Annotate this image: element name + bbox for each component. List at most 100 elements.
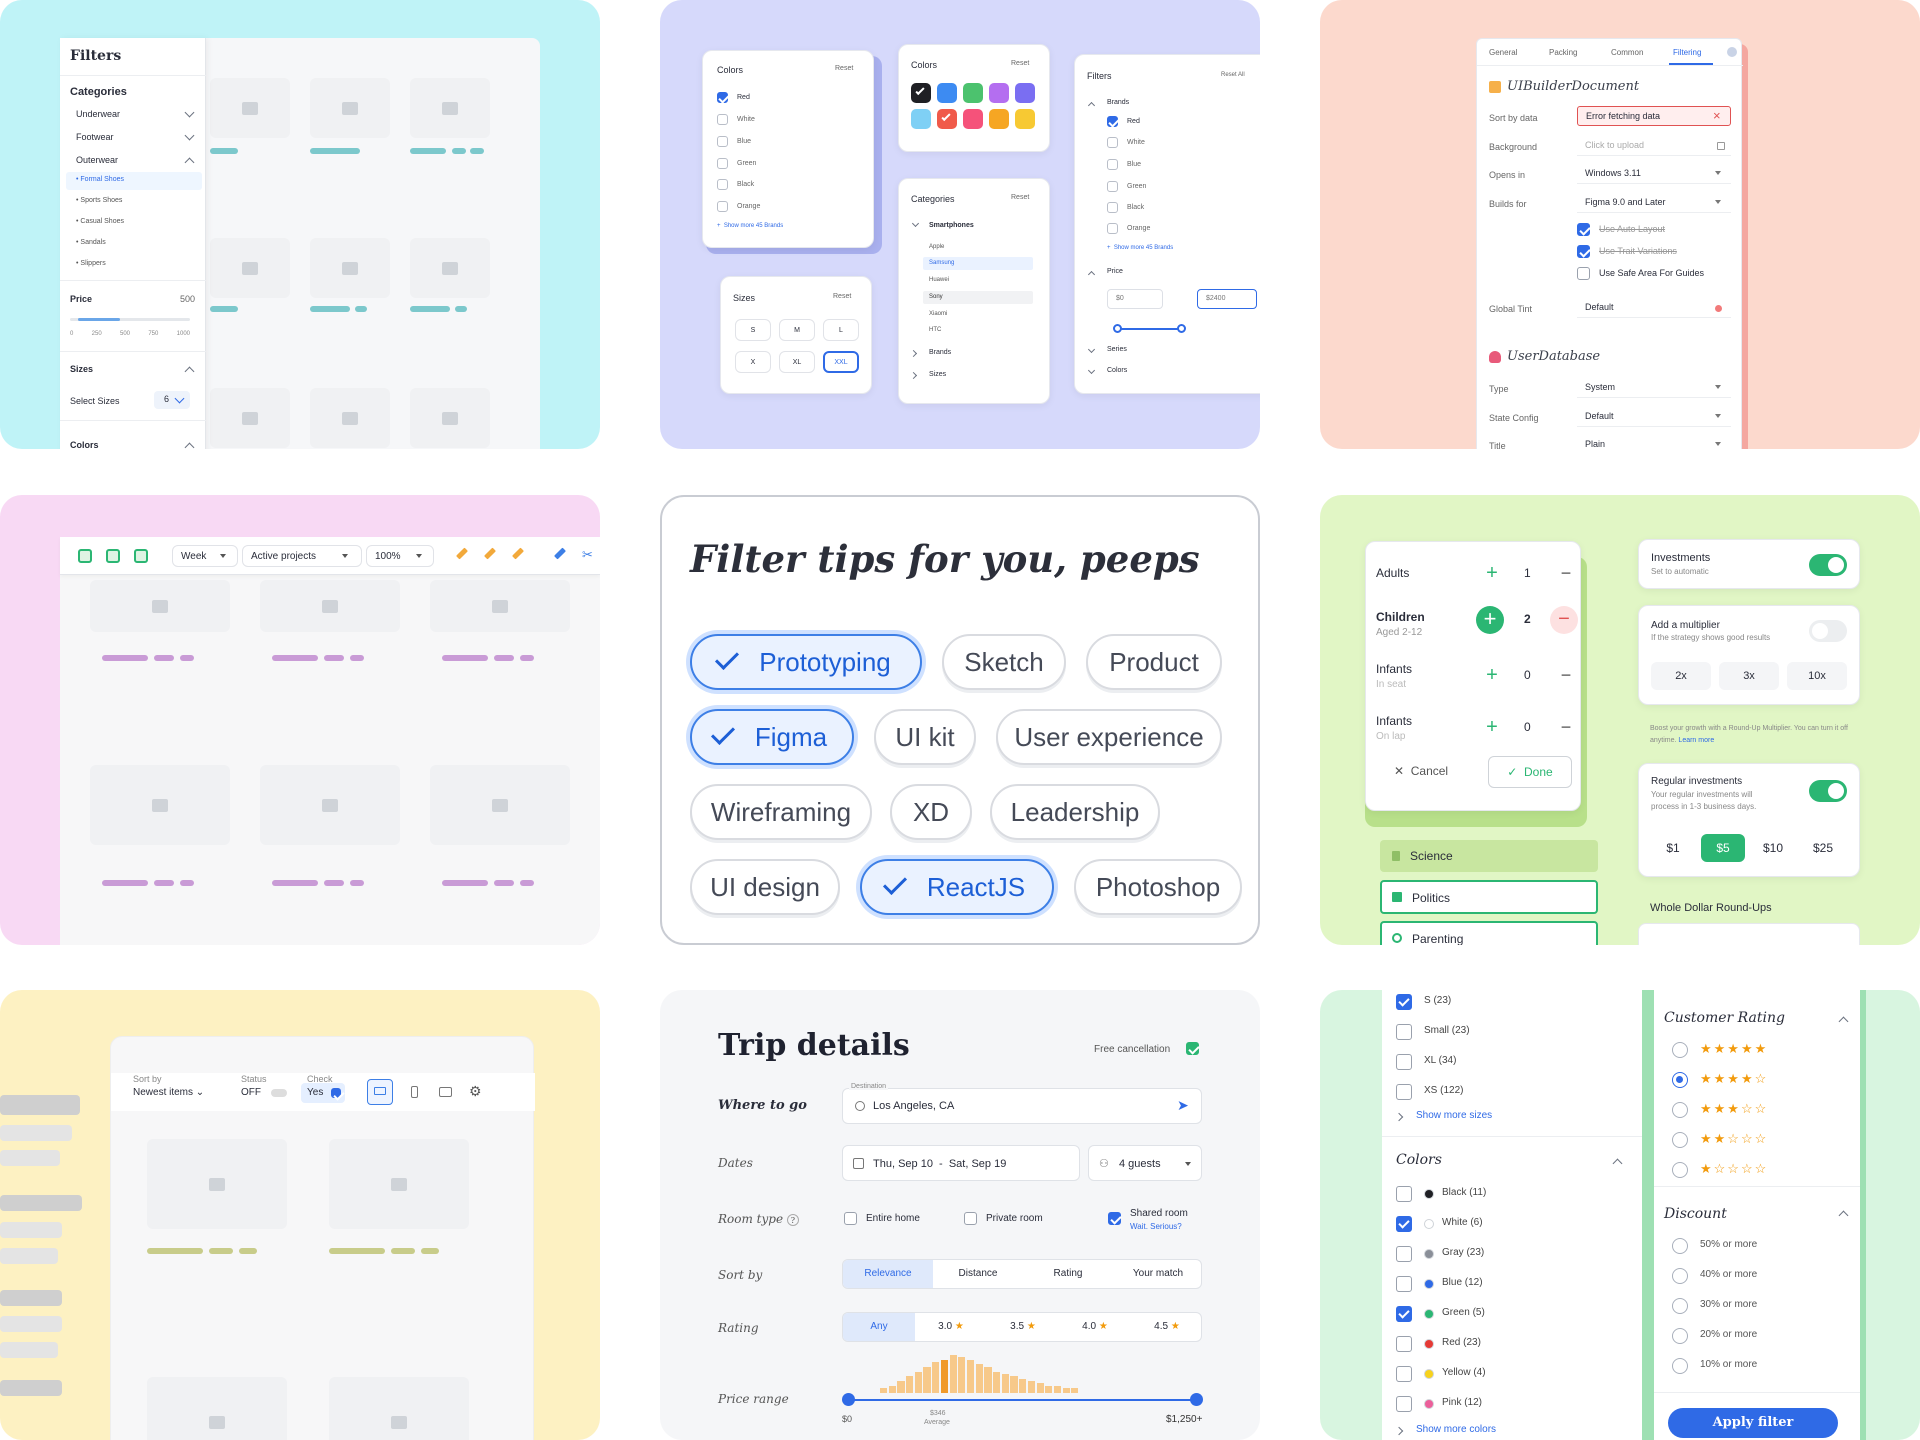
rating-any[interactable]: Any bbox=[843, 1313, 915, 1341]
builds-for-dropdown[interactable]: Figma 9.0 and Later bbox=[1577, 193, 1731, 213]
rating-radio[interactable] bbox=[1672, 1102, 1688, 1118]
chevron-up-icon[interactable] bbox=[184, 366, 195, 377]
size-xl[interactable]: XL bbox=[779, 351, 815, 373]
category-footwear[interactable]: Footwear bbox=[76, 132, 114, 142]
color-swatch[interactable] bbox=[1015, 83, 1035, 103]
sort-dropdown[interactable]: Newest items ⌄ bbox=[133, 1087, 204, 1098]
rating-4-5[interactable]: 4.5 ★ bbox=[1131, 1313, 1203, 1341]
minus-button[interactable]: − bbox=[1554, 716, 1578, 740]
checkbox-color[interactable] bbox=[1396, 1276, 1412, 1292]
checkbox-shared-room[interactable] bbox=[1108, 1212, 1121, 1225]
color-swatch[interactable] bbox=[963, 83, 983, 103]
subcategory-sports[interactable]: • Sports Shoes bbox=[76, 197, 122, 204]
color-swatch[interactable] bbox=[963, 109, 983, 129]
checkbox-color[interactable] bbox=[1396, 1396, 1412, 1412]
smartphones-label[interactable]: Smartphones bbox=[929, 222, 974, 229]
sizes-label[interactable]: Sizes bbox=[929, 371, 946, 378]
excel-icon[interactable] bbox=[78, 549, 92, 563]
pill-product[interactable]: Product bbox=[1086, 634, 1222, 690]
price-min-input[interactable]: $0 bbox=[1107, 289, 1163, 309]
color-swatch[interactable] bbox=[989, 83, 1009, 103]
brand-huawei[interactable]: Huawei bbox=[929, 277, 949, 283]
free-cancellation-checkbox[interactable] bbox=[1186, 1042, 1199, 1055]
format-icon[interactable] bbox=[134, 549, 148, 563]
discount-radio[interactable] bbox=[1672, 1358, 1688, 1374]
checkbox-trait-variations[interactable] bbox=[1577, 245, 1590, 258]
done-button[interactable]: ✓ Done bbox=[1488, 756, 1572, 788]
brand-xiaomi[interactable]: Xiaomi bbox=[929, 311, 947, 317]
pill-photoshop[interactable]: Photoshop bbox=[1074, 859, 1242, 915]
checkbox-orange[interactable] bbox=[1107, 223, 1118, 234]
checkbox-auto-layout[interactable] bbox=[1577, 223, 1590, 236]
brands-label[interactable]: Brands bbox=[929, 349, 951, 356]
tag-parenting[interactable]: Parenting bbox=[1380, 921, 1598, 945]
size-xxl[interactable]: XXL bbox=[823, 351, 859, 373]
guests-dropdown[interactable]: ⚇ 4 guests bbox=[1088, 1145, 1202, 1181]
reset-button[interactable]: Reset bbox=[835, 65, 853, 72]
pill-ui-kit[interactable]: UI kit bbox=[874, 709, 976, 765]
subcategory-casual[interactable]: • Casual Shoes bbox=[76, 218, 124, 225]
chevron-down-icon[interactable] bbox=[184, 107, 195, 118]
rating-3-5[interactable]: 3.5 ★ bbox=[987, 1313, 1059, 1341]
discount-radio[interactable] bbox=[1672, 1268, 1688, 1284]
sort-by-data-field[interactable]: Error fetching data bbox=[1577, 106, 1731, 126]
colors-label[interactable]: Colors bbox=[1107, 367, 1127, 374]
pill-prototyping[interactable]: Prototyping bbox=[690, 634, 922, 690]
amount-25[interactable]: $25 bbox=[1801, 834, 1845, 862]
chevron-up-icon[interactable] bbox=[1087, 101, 1096, 110]
rating-radio[interactable] bbox=[1672, 1042, 1688, 1058]
scissors-icon[interactable]: ✂ bbox=[582, 547, 593, 563]
reset-button[interactable]: Reset bbox=[1011, 60, 1029, 67]
pill-user-experience[interactable]: User experience bbox=[996, 709, 1222, 765]
sort-relevance[interactable]: Relevance bbox=[843, 1260, 933, 1288]
amount-1[interactable]: $1 bbox=[1651, 834, 1695, 862]
apply-filter-button[interactable]: Apply filter bbox=[1668, 1408, 1838, 1438]
info-icon[interactable] bbox=[1727, 47, 1737, 57]
rating-4-0[interactable]: 4.0 ★ bbox=[1059, 1313, 1131, 1341]
brand-apple[interactable]: Apple bbox=[929, 244, 944, 250]
checkbox-blue[interactable] bbox=[717, 136, 728, 147]
chevron-down-icon[interactable] bbox=[1087, 345, 1096, 354]
color-swatch[interactable] bbox=[937, 109, 957, 129]
help-icon[interactable]: ? bbox=[786, 1214, 799, 1226]
price-max-input[interactable]: $2400 bbox=[1197, 289, 1257, 309]
marker-icon[interactable] bbox=[511, 547, 525, 560]
pill-ui-design[interactable]: UI design bbox=[690, 859, 840, 915]
checkbox-orange[interactable] bbox=[717, 201, 728, 212]
reset-button[interactable]: Reset bbox=[833, 293, 851, 300]
chevron-down-icon[interactable] bbox=[1087, 366, 1096, 375]
chevron-right-icon[interactable] bbox=[1394, 1112, 1404, 1122]
checkbox-black[interactable] bbox=[717, 179, 728, 190]
checkbox-white[interactable] bbox=[717, 114, 728, 125]
rating-3-0[interactable]: 3.0 ★ bbox=[915, 1313, 987, 1341]
checkbox-black[interactable] bbox=[1107, 202, 1118, 213]
multiplier-3x[interactable]: 3x bbox=[1719, 662, 1779, 690]
size-m[interactable]: M bbox=[779, 319, 815, 341]
chevron-up-icon[interactable] bbox=[1838, 1210, 1849, 1221]
multiplier-10x[interactable]: 10x bbox=[1787, 662, 1847, 690]
checkbox-private-room[interactable] bbox=[964, 1212, 977, 1225]
tag-politics[interactable]: Politics bbox=[1380, 880, 1598, 914]
checkbox-red[interactable] bbox=[717, 92, 728, 103]
category-outerwear[interactable]: Outerwear bbox=[76, 155, 118, 165]
sort-distance[interactable]: Distance bbox=[933, 1260, 1023, 1288]
chevron-up-icon[interactable] bbox=[1838, 1016, 1849, 1027]
price-slider[interactable] bbox=[70, 318, 190, 321]
amount-10[interactable]: $10 bbox=[1751, 834, 1795, 862]
reset-button[interactable]: Reset bbox=[1011, 194, 1029, 201]
subcategory-formal[interactable]: • Formal Shoes bbox=[76, 176, 124, 183]
zoom-dropdown[interactable]: 100% bbox=[366, 545, 434, 567]
show-more-link[interactable]: + Show more 45 Brands bbox=[1107, 245, 1173, 251]
destination-input[interactable]: Destination Los Angeles, CA ➤ bbox=[842, 1083, 1202, 1124]
checkbox-size[interactable] bbox=[1396, 1024, 1412, 1040]
settings-icon[interactable]: ⚙ bbox=[469, 1083, 482, 1100]
category-underwear[interactable]: Underwear bbox=[76, 109, 120, 119]
discount-radio[interactable] bbox=[1672, 1238, 1688, 1254]
reset-all-button[interactable]: Reset All bbox=[1221, 72, 1245, 78]
show-more-colors[interactable]: Show more colors bbox=[1416, 1424, 1496, 1435]
sizes-count-dropdown[interactable]: 6 bbox=[154, 391, 190, 409]
pill-wireframing[interactable]: Wireframing bbox=[690, 784, 872, 840]
checkbox-size[interactable] bbox=[1396, 1054, 1412, 1070]
brush-icon[interactable] bbox=[553, 547, 567, 560]
checkbox-color[interactable] bbox=[1396, 1306, 1412, 1322]
